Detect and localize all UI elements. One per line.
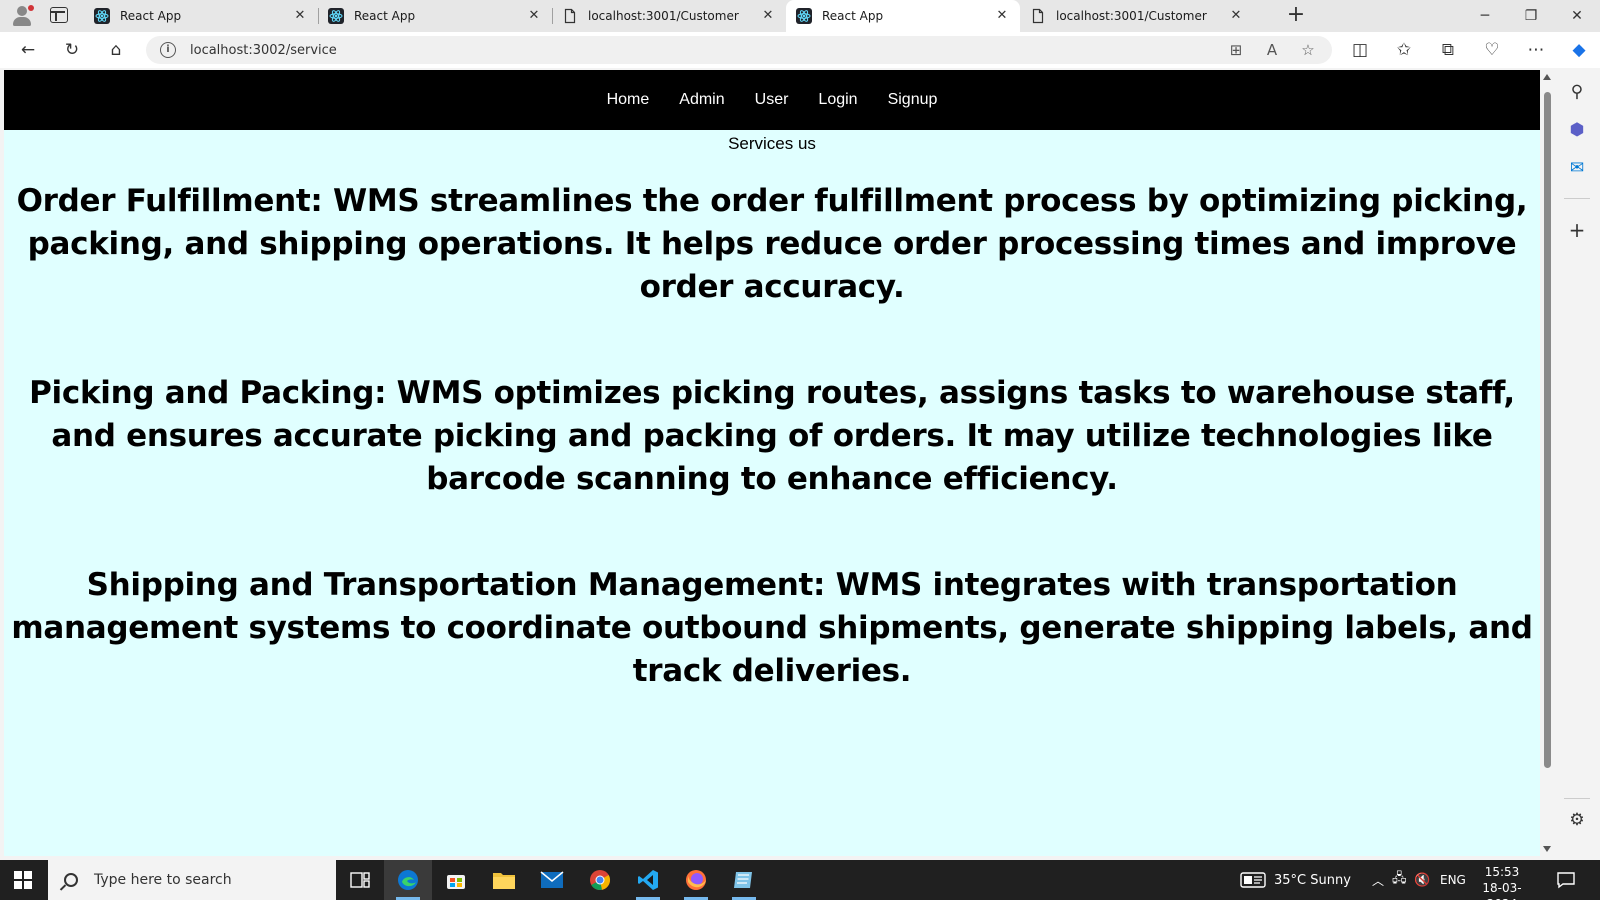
tab-title: React App [822,9,884,23]
tab-actions-icon[interactable] [50,7,68,23]
tab-title: localhost:3001/Customer [1056,9,1207,23]
tab-react-app-active[interactable]: React App ✕ [786,0,1020,32]
close-icon[interactable]: ✕ [526,8,542,24]
tab-customer-1[interactable]: localhost:3001/Customer ✕ [552,0,786,32]
microsoft-store-icon[interactable] [432,860,480,900]
tab-customer-2[interactable]: localhost:3001/Customer ✕ [1020,0,1254,32]
file-explorer-icon[interactable] [480,860,528,900]
nav-login[interactable]: Login [818,91,857,109]
tab-title: localhost:3001/Customer [588,9,739,23]
more-options-icon[interactable]: ⋯ [1522,38,1550,62]
split-screen-icon[interactable]: ◫ [1346,38,1374,62]
favorites-icon[interactable]: ✩ [1390,38,1418,62]
service-shipping-transportation: Shipping and Transportation Management: … [11,567,1533,689]
nav-home[interactable]: Home [607,91,650,109]
scrollbar-thumb[interactable] [1544,92,1551,768]
clock-date: 18-03-2024 [1482,881,1522,900]
service-picking-packing: Picking and Packing: WMS optimizes picki… [29,375,1515,497]
weather-icon [1240,872,1266,888]
site-navbar: Home Admin User Login Signup [4,70,1540,130]
service-order-fulfillment: Order Fulfillment: WMS streamlines the o… [16,183,1528,305]
mail-icon[interactable] [528,860,576,900]
show-hidden-icons[interactable]: ︿ [1372,860,1384,900]
browser-toolbar: ← ↻ ⌂ i localhost:3002/service ⊞ A ☆ ◫ ✩… [0,32,1600,68]
notes-app-icon[interactable] [720,860,768,900]
sidebar-divider [1564,798,1590,799]
new-tab-button[interactable]: + [1284,4,1308,28]
react-icon [796,8,812,24]
copilot-apps-icon[interactable]: ⬢ [1565,118,1589,142]
volume-muted-icon[interactable]: 🔇 [1414,860,1430,900]
language-indicator[interactable]: ENG [1440,860,1466,900]
scroll-down-arrow-icon[interactable] [1543,846,1551,852]
gear-icon[interactable]: ⚙ [1565,808,1589,832]
search-icon [64,873,78,887]
app-available-icon[interactable]: ⊞ [1222,38,1250,62]
copilot-icon[interactable]: ◆ [1565,38,1593,62]
close-icon[interactable]: ✕ [760,8,776,24]
outlook-icon[interactable]: ✉ [1565,156,1589,180]
vscode-icon[interactable] [624,860,672,900]
windows-start-icon[interactable] [14,871,32,889]
page-icon [564,8,576,24]
edge-sidebar: ⚲ ⬢ ✉ + ⚙ [1554,68,1600,860]
page-title: Services us [728,134,816,153]
page-scrollbar[interactable] [1540,70,1554,856]
sidebar-divider [1564,198,1590,199]
react-icon [94,8,110,24]
close-window-button[interactable]: ✕ [1554,0,1600,32]
search-icon[interactable]: ⚲ [1565,80,1589,104]
taskbar-search-input[interactable]: Type here to search [48,860,336,900]
address-url[interactable]: localhost:3002/service [190,43,1222,58]
chrome-icon[interactable] [576,860,624,900]
nav-admin[interactable]: Admin [679,91,724,109]
profile-icon[interactable] [10,5,34,27]
favorite-star-icon[interactable]: ☆ [1294,38,1322,62]
weather-text: 35°C Sunny [1274,872,1351,888]
tab-react-app-2[interactable]: React App ✕ [318,0,552,32]
browser-essentials-icon[interactable]: ♡ [1478,38,1506,62]
page-viewport: Home Admin User Login Signup Services us… [4,70,1540,856]
address-bar[interactable]: i localhost:3002/service ⊞ A ☆ [146,36,1332,64]
tab-strip: React App ✕ React App ✕ localhost:3001/C… [0,0,1600,32]
taskbar-search-placeholder: Type here to search [94,872,232,888]
firefox-icon[interactable] [672,860,720,900]
read-aloud-icon[interactable]: A [1258,38,1286,62]
react-icon [328,8,344,24]
edge-taskbar-icon[interactable] [384,860,432,900]
add-sidebar-app-icon[interactable]: + [1565,218,1589,242]
tab-list: React App ✕ React App ✕ localhost:3001/C… [84,0,1254,32]
page-icon [1032,8,1044,24]
nav-signup[interactable]: Signup [888,91,938,109]
minimize-button[interactable]: ─ [1462,0,1508,32]
weather-widget[interactable]: 35°C Sunny [1240,860,1351,900]
windows-taskbar: Type here to search 35°C Sunny ︿ 🖧 🔇 ENG… [0,860,1600,900]
tab-react-app-1[interactable]: React App ✕ [84,0,318,32]
system-clock[interactable]: 15:53 18-03-2024 [1470,864,1534,900]
tab-title: React App [120,9,182,23]
notifications-icon[interactable] [1556,860,1576,900]
scroll-up-arrow-icon[interactable] [1543,74,1551,80]
collections-icon[interactable]: ⧉ [1434,38,1462,62]
clock-time: 15:53 [1484,865,1520,879]
home-button[interactable]: ⌂ [102,38,130,62]
close-icon[interactable]: ✕ [1228,8,1244,24]
site-info-icon[interactable]: i [160,42,176,58]
task-view-icon[interactable] [336,860,384,900]
nav-user[interactable]: User [755,91,789,109]
back-button[interactable]: ← [14,38,42,62]
network-icon[interactable]: 🖧 [1392,860,1407,900]
refresh-button[interactable]: ↻ [58,38,86,62]
close-icon[interactable]: ✕ [292,8,308,24]
restore-button[interactable]: ❐ [1508,0,1554,32]
close-icon[interactable]: ✕ [994,8,1010,24]
tab-title: React App [354,9,416,23]
